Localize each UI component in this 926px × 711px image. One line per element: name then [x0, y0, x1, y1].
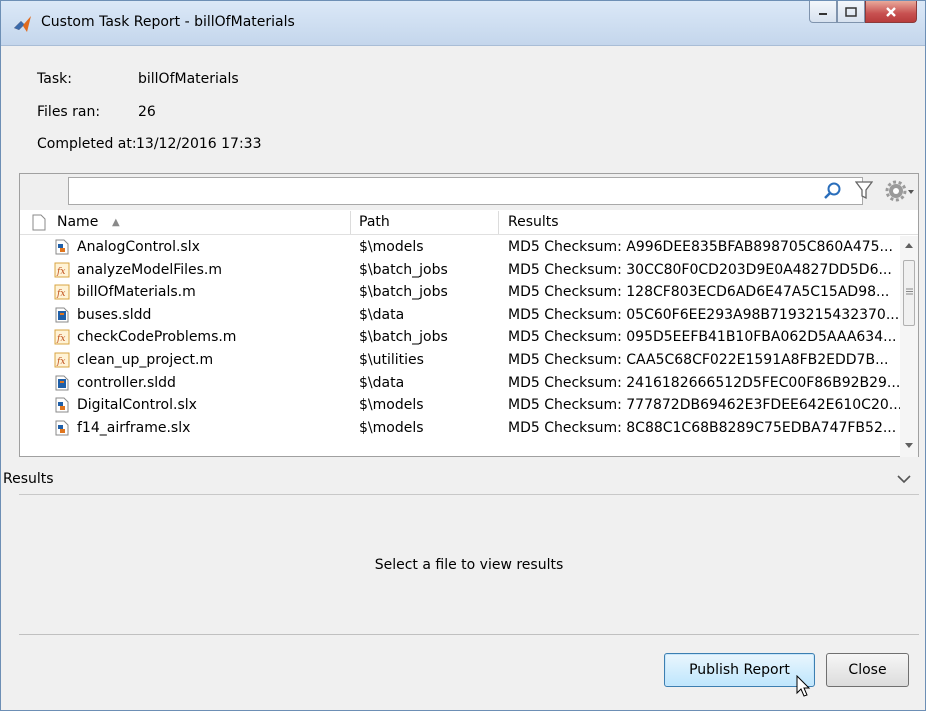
table-row[interactable]: buses.sldd $\data MD5 Checksum: 05C60F6EE2… [20, 304, 900, 327]
close-button[interactable]: Close [826, 653, 909, 687]
table-scrollbar[interactable] [900, 236, 918, 457]
file-name-cell: controller.sldd [77, 374, 176, 391]
table-row[interactable]: fx checkCodeProblems.m $\batch_jobs MD5 Che… [20, 326, 900, 349]
completed-at-value: 13/12/2016 17:33 [136, 136, 262, 152]
file-name-cell: AnalogControl.slx [77, 239, 200, 255]
column-path-label: Path [359, 214, 390, 230]
file-result-cell: MD5 Checksum: 8C88C1C68B8289C75EDBA747FB… [508, 419, 897, 436]
file-path-cell: $\data [359, 374, 405, 391]
simulink-model-icon [54, 239, 70, 255]
search-input[interactable] [68, 177, 863, 205]
table-row[interactable]: AnalogControl.slx $\models MD5 Checksum: A… [20, 236, 900, 259]
file-name-cell: checkCodeProblems.m [77, 329, 237, 346]
results-empty-message: Select a file to view results [374, 557, 564, 573]
column-results-label: Results [508, 214, 559, 230]
data-dictionary-icon [54, 307, 70, 323]
file-result-cell: MD5 Checksum: CAA5C68CF022E1591A8FB2EDD7… [508, 351, 889, 368]
matlab-script-icon: fx [54, 329, 70, 345]
file-name-cell: buses.sldd [77, 306, 152, 323]
close-window-button[interactable] [865, 1, 917, 23]
task-report-window: Custom Task Report - billOfMaterials Tas… [0, 0, 926, 711]
table-toolbar [20, 174, 918, 210]
file-result-cell: MD5 Checksum: 30CC80F0CD203D9E0A4827DD5D… [508, 261, 892, 278]
file-path-cell: $\models [359, 419, 424, 436]
scrollbar-thumb[interactable] [903, 260, 915, 326]
file-path-cell: $\batch_jobs [359, 329, 448, 346]
svg-text:fx: fx [56, 334, 65, 344]
matlab-script-icon: fx [54, 352, 70, 368]
file-path-cell: $\utilities [359, 351, 424, 368]
maximize-icon [845, 6, 857, 17]
table-header: Name ▲ Path Results [20, 211, 918, 235]
file-path-cell: $\batch_jobs [359, 284, 448, 301]
file-name-cell: DigitalControl.slx [77, 397, 197, 414]
table-row[interactable]: controller.sldd $\data MD5 Checksum: 24161… [20, 372, 900, 395]
table-row[interactable]: fx clean_up_project.m $\utilities MD5 Check… [20, 349, 900, 372]
svg-text:fx: fx [56, 289, 65, 299]
maximize-button[interactable] [837, 1, 865, 23]
file-result-cell: MD5 Checksum: A996DEE835BFAB898705C860A4… [508, 239, 893, 255]
table-row[interactable]: fx billOfMaterials.m $\batch_jobs MD5 Check… [20, 281, 900, 304]
scroll-down-icon[interactable] [904, 442, 914, 450]
column-header-results[interactable]: Results [499, 211, 902, 234]
file-result-cell: MD5 Checksum: 095D5EEFB41B10FBA062D5AAA6… [508, 329, 897, 346]
window-title: Custom Task Report - billOfMaterials [41, 14, 295, 30]
publish-report-label: Publish Report [689, 662, 790, 678]
column-header-name[interactable]: Name ▲ [20, 211, 351, 234]
svg-text:fx: fx [56, 357, 65, 367]
file-result-cell: MD5 Checksum: 2416182666512D5FEC00F86B92… [508, 374, 901, 391]
grip-icon [906, 288, 913, 295]
minimize-button[interactable] [809, 1, 837, 23]
matlab-icon [14, 16, 31, 32]
file-name-cell: analyzeModelFiles.m [77, 261, 223, 278]
table-row[interactable]: DigitalControl.slx $\models MD5 Checksum: … [20, 394, 902, 417]
file-result-cell: MD5 Checksum: 128CF803ECD6AD6E47A5C15AD9… [508, 284, 890, 301]
results-pane: Select a file to view results [19, 494, 919, 635]
svg-text:fx: fx [56, 267, 65, 277]
table-row[interactable]: f14_airframe.slx $\models MD5 Checksum: 8C… [20, 417, 900, 440]
matlab-script-icon: fx [54, 262, 70, 278]
file-path-cell: $\models [359, 239, 424, 255]
close-icon [886, 6, 896, 17]
data-dictionary-icon [54, 375, 70, 391]
chevron-down-icon[interactable] [897, 474, 911, 484]
file-result-cell: MD5 Checksum: 05C60F6EE293A98B7193215432… [508, 306, 900, 323]
completed-at-label: Completed at: [37, 136, 137, 152]
table-body: AnalogControl.slx $\models MD5 Checksum: A… [20, 236, 902, 440]
file-name-cell: clean_up_project.m [77, 351, 214, 368]
file-result-cell: MD5 Checksum: 777872DB69462E3FDEE642E610… [508, 397, 903, 414]
publish-report-button[interactable]: Publish Report [664, 653, 815, 687]
column-name-label: Name [57, 214, 99, 230]
file-column-icon [32, 214, 46, 231]
files-table-panel: Name ▲ Path Results AnalogControl.slx $\m… [19, 173, 919, 457]
title-bar[interactable]: Custom Task Report - billOfMaterials [1, 1, 925, 46]
column-header-path[interactable]: Path [351, 211, 499, 234]
task-value: billOfMaterials [138, 71, 239, 87]
gear-settings-icon[interactable] [884, 179, 916, 203]
mouse-cursor-icon [796, 675, 811, 697]
file-path-cell: $\batch_jobs [359, 261, 448, 278]
simulink-model-icon [54, 397, 70, 413]
matlab-script-icon: fx [54, 284, 70, 300]
minimize-icon [819, 12, 827, 15]
file-name-cell: billOfMaterials.m [77, 284, 196, 301]
search-icon[interactable] [822, 180, 844, 202]
simulink-model-icon [54, 420, 70, 436]
file-path-cell: $\data [359, 306, 405, 323]
footer-divider [19, 634, 919, 635]
results-header-label: Results [3, 471, 54, 487]
file-name-cell: f14_airframe.slx [77, 419, 191, 436]
results-section-header[interactable]: Results [1, 466, 925, 492]
sort-ascending-icon: ▲ [112, 217, 120, 228]
filter-icon[interactable] [855, 180, 873, 200]
files-ran-label: Files ran: [37, 104, 101, 120]
file-path-cell: $\models [359, 397, 424, 414]
table-row[interactable]: fx analyzeModelFiles.m $\batch_jobs MD5 Che… [20, 259, 900, 282]
close-label: Close [848, 662, 887, 678]
task-label: Task: [37, 71, 72, 87]
files-ran-value: 26 [138, 104, 156, 120]
scroll-up-icon[interactable] [904, 241, 914, 249]
